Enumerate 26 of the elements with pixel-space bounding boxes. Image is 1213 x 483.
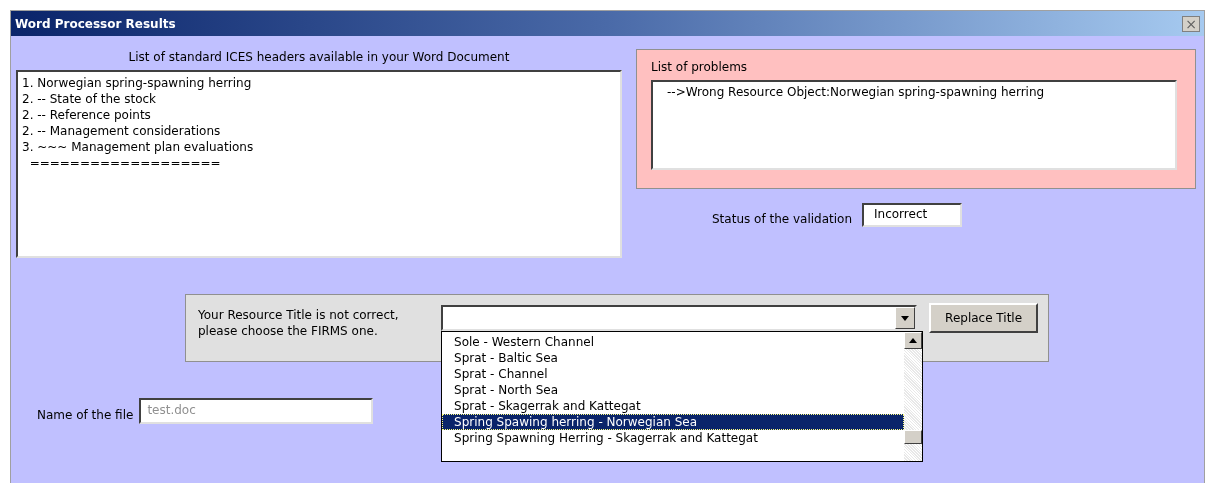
dropdown-option[interactable]: Sprat - Channel	[442, 366, 905, 382]
window-title: Word Processor Results	[15, 16, 176, 31]
dropdown-option[interactable]: Spring Spawing herring - Norwegian Sea	[442, 414, 905, 430]
dropdown-option[interactable]: Spring Spawning Herring - Skagerrak and Kattegat	[442, 430, 905, 446]
panel-label: List of problems	[651, 60, 749, 74]
replace-title-button[interactable]: Replace Title	[929, 303, 1038, 333]
list-line: 2. -- State of the stock	[22, 91, 158, 107]
scrollbar[interactable]	[904, 332, 923, 461]
list-line: 1. Norwegian spring-spawning herring	[22, 75, 253, 91]
list-label: List of standard ICES headers available in your Word Document	[128, 50, 510, 64]
file-label: Name of the file	[37, 408, 134, 422]
dropdown-option[interactable]: Sole - Western Channel	[442, 334, 905, 350]
dropdown-option[interactable]: Sprat - Baltic Sea	[442, 350, 905, 366]
status-label: Status of the validation	[712, 212, 853, 226]
status-field: Incorrect	[862, 203, 963, 227]
problem-line: -->Wrong Resource Object:Norwegian spring-spawning herring	[667, 85, 1046, 99]
title-message: Your Resource Title is not correct, please choose the FIRMS one.	[198, 307, 400, 339]
dropdown-option[interactable]: Sprat - Skagerrak and Kattegat	[442, 398, 905, 414]
scroll-up-icon[interactable]	[904, 332, 923, 349]
list-line: 2. -- Reference points	[22, 107, 152, 123]
dropdown-option[interactable]: Sprat - North Sea	[442, 382, 905, 398]
list-line: 3. ~~~ Management plan evaluations	[22, 139, 255, 155]
list-line: 2. -- Management considerations	[22, 123, 222, 139]
close-button[interactable]: ×	[1182, 15, 1200, 32]
list-line: ===================	[28, 155, 222, 171]
scroll-thumb[interactable]	[904, 430, 923, 444]
